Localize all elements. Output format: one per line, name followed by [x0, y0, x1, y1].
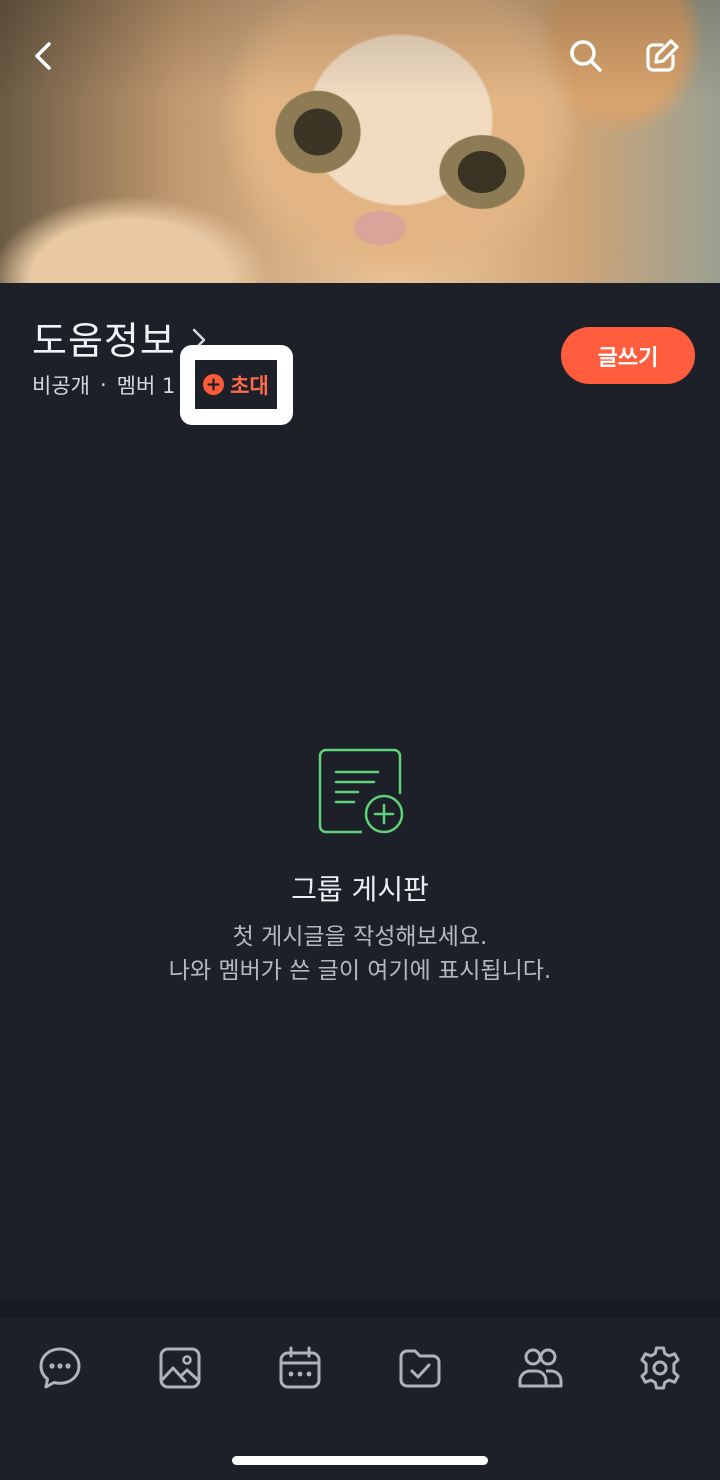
members-icon [518, 1348, 563, 1388]
photo-icon [159, 1347, 201, 1389]
empty-state-line-2: 나와 멤버가 쓴 글이 여기에 표시됩니다. [168, 958, 552, 984]
write-post-button[interactable]: 글쓰기 [561, 327, 695, 384]
tab-files[interactable] [392, 1340, 448, 1396]
folder-check-icon [399, 1349, 441, 1388]
chat-icon [39, 1347, 81, 1389]
group-meta: 비공개 · 멤버 1 [32, 370, 175, 400]
meta-separator: · [99, 373, 107, 397]
tab-photos[interactable] [152, 1340, 208, 1396]
settings-icon [640, 1346, 680, 1390]
calendar-icon [279, 1346, 321, 1389]
search-button[interactable] [558, 28, 614, 84]
member-count: 멤버 1 [116, 374, 176, 398]
empty-state-title: 그룹 게시판 [291, 873, 429, 906]
empty-state-line-1: 첫 게시글을 작성해보세요. [232, 924, 488, 950]
plus-circle-icon [203, 374, 225, 395]
tabbar-divider [0, 1300, 720, 1318]
empty-state-description: 첫 게시글을 작성해보세요. 나와 멤버가 쓴 글이 여기에 표시됩니다. [0, 920, 720, 988]
invite-label: 초대 [230, 373, 269, 398]
group-name: 도움정보 [32, 319, 176, 363]
document-add-icon [318, 748, 404, 834]
tab-chat[interactable] [32, 1340, 88, 1396]
privacy-label: 비공개 [32, 374, 90, 398]
tab-members[interactable] [512, 1340, 568, 1396]
search-icon [570, 40, 602, 72]
edit-icon [646, 39, 679, 72]
chevron-left-icon [35, 42, 51, 70]
home-indicator [232, 1456, 488, 1465]
edit-button[interactable] [634, 28, 690, 84]
invite-button[interactable]: 초대 [195, 360, 277, 409]
back-button[interactable] [16, 28, 72, 84]
tab-calendar[interactable] [272, 1340, 328, 1396]
tab-settings[interactable] [632, 1340, 688, 1396]
